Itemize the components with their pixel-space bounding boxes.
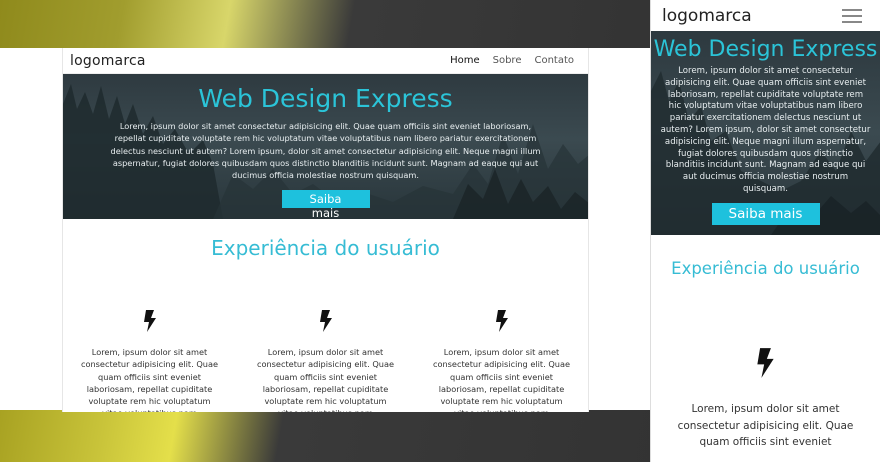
desktop-section-title: Experiência do usuário [211, 236, 440, 260]
mobile-navbar: logomarca [651, 0, 880, 31]
desktop-preview: logomarca Home Sobre Contato Web Design … [62, 48, 589, 412]
mobile-feature-text: Lorem, ipsum dolor sit amet consectetur … [677, 403, 854, 448]
mobile-saiba-mais-button[interactable]: Saiba mais [711, 202, 820, 225]
desktop-logo[interactable]: logomarca [70, 53, 146, 69]
desktop-navbar: logomarca Home Sobre Contato [63, 48, 588, 74]
nav-link-sobre[interactable]: Sobre [493, 55, 522, 66]
feature-text: Lorem, ipsum dolor sit amet consectetur … [432, 347, 571, 412]
bolt-icon [429, 310, 574, 334]
bolt-icon [253, 310, 398, 334]
desktop-saiba-mais-button[interactable]: Saiba mais [281, 190, 370, 219]
feature-text: Lorem, ipsum dolor sit amet consectetur … [80, 347, 219, 412]
desktop-features: Lorem, ipsum dolor sit amet consectetur … [63, 310, 588, 412]
mobile-hero-title: Web Design Express [653, 37, 878, 62]
mobile-hero-text: Lorem, ipsum dolor sit amet consectetur … [660, 66, 871, 194]
feature-text: Lorem, ipsum dolor sit amet consectetur … [256, 347, 395, 412]
bolt-icon [77, 310, 222, 334]
desktop-hero-text: Lorem, ipsum dolor sit amet consectetur … [110, 121, 541, 181]
mobile-section-title: Experiência do usuário [671, 259, 860, 278]
nav-link-contato[interactable]: Contato [534, 55, 574, 66]
mobile-logo[interactable]: logomarca [662, 6, 752, 26]
mobile-hero: Web Design Express Lorem, ipsum dolor si… [651, 31, 880, 235]
hamburger-icon[interactable] [842, 8, 862, 23]
desktop-hero: Web Design Express Lorem, ipsum dolor si… [63, 74, 588, 219]
feature-card: Lorem, ipsum dolor sit amet consectetur … [429, 310, 574, 412]
feature-card: Lorem, ipsum dolor sit amet consectetur … [253, 310, 398, 412]
mobile-preview: logomarca Web Design Express Lorem, ipsu… [650, 0, 880, 462]
nav-link-home[interactable]: Home [450, 55, 480, 66]
bolt-icon [651, 348, 880, 378]
desktop-hero-title: Web Design Express [198, 84, 453, 113]
feature-card: Lorem, ipsum dolor sit amet consectetur … [77, 310, 222, 412]
desktop-menu: Home Sobre Contato [450, 55, 574, 66]
